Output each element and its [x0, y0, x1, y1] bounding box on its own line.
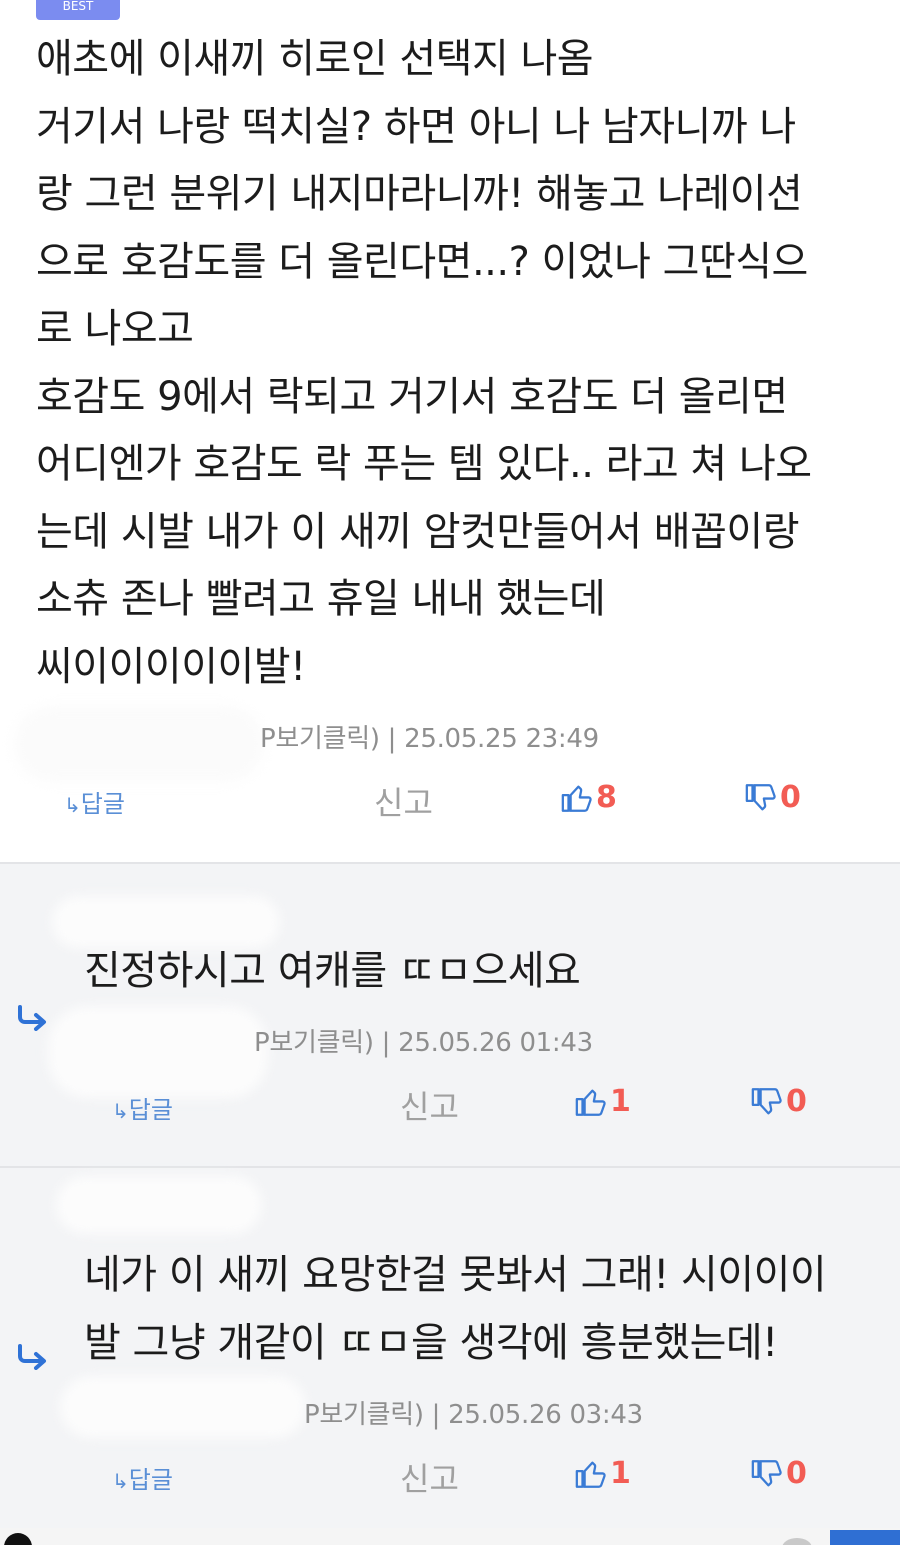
upvote-button[interactable]: 1: [574, 1456, 631, 1491]
downvote-button[interactable]: 0: [750, 1456, 807, 1491]
thumbs-up-icon: [575, 1461, 606, 1488]
upvote-button[interactable]: 1: [574, 1084, 631, 1119]
reply-button[interactable]: ↳답글: [64, 784, 125, 819]
upvote-button[interactable]: 8: [560, 780, 617, 815]
thumbs-up-icon: [575, 1089, 606, 1116]
report-button[interactable]: 신고: [400, 1454, 459, 1500]
reply-label: 답글: [128, 1096, 173, 1124]
comment-line: 진정하시고 여캐를 ㄸㅁ으세요: [84, 948, 581, 994]
downvote-count: 0: [786, 1084, 807, 1119]
comment-line: 는데 시발 내가 이 새끼 암컷만들어서 배꼽이랑: [36, 508, 800, 555]
comment-line: 랑 그런 분위기 내지마라니까! 해놓고 나레이션: [36, 171, 803, 217]
reply-arrow-icon: ↳: [112, 1099, 129, 1123]
nested-reply-arrow-icon: [18, 1005, 46, 1031]
downvote-count: 0: [780, 780, 801, 815]
reply-arrow-icon: ↳: [112, 1469, 129, 1493]
thumbs-down-icon: [745, 783, 776, 810]
redacted-username: [56, 1176, 262, 1234]
comment-line: 호감도 9에서 락되고 거기서 호감도 더 올리면: [36, 373, 788, 420]
comment-line: 어디엔가 호감도 락 푸는 템 있다.. 라고 쳐 나오: [36, 441, 812, 487]
nested-reply-arrow-icon: [18, 1344, 46, 1370]
best-badge: BEST: [36, 0, 120, 20]
comment-meta: P보기클릭) | 25.05.26 03:43: [304, 1400, 643, 1430]
redacted-username: [14, 706, 264, 782]
thumbs-down-icon: [751, 1087, 782, 1114]
redacted-avatar: [48, 1006, 268, 1098]
reply-arrow-icon: ↳: [64, 793, 81, 817]
comment-body: 네가 이 새끼 요망한걸 못봐서 그래! 시이이이 발 그냥 개같이 ㄸㅁ을 생…: [84, 1242, 884, 1377]
thumbs-down-icon: [751, 1459, 782, 1486]
downvote-button[interactable]: 0: [750, 1084, 807, 1119]
comment-line: 거기서 나랑 떡치실? 하면 아니 나 남자니까 나: [36, 103, 796, 150]
comment-line: 발 그냥 개같이 ㄸㅁ을 생각에 흥분했는데!: [84, 1319, 778, 1366]
bottom-toolbar: [0, 1528, 900, 1545]
thumbs-up-icon: [561, 785, 592, 812]
comment-body: 애초에 이새끼 히로인 선택지 나옴 거기서 나랑 떡치실? 하면 아니 나 남…: [36, 26, 886, 701]
reply-button[interactable]: ↳답글: [112, 1460, 173, 1495]
comment-meta: P보기클릭) | 25.05.26 01:43: [254, 1028, 593, 1058]
comment-body: 진정하시고 여캐를 ㄸㅁ으세요: [84, 938, 884, 1006]
comment-meta: P보기클릭) | 25.05.25 23:49: [260, 724, 599, 754]
write-button[interactable]: [830, 1530, 900, 1545]
downvote-count: 0: [786, 1456, 807, 1491]
redacted-avatar: [60, 1376, 306, 1438]
comment-line: 씨이이이이이발!: [36, 643, 306, 690]
reply-label: 답글: [128, 1466, 173, 1494]
comment-line: 네가 이 새끼 요망한걸 못봐서 그래! 시이이이: [84, 1252, 827, 1298]
upvote-count: 8: [596, 780, 617, 815]
comment-line: 애초에 이새끼 히로인 선택지 나옴: [36, 36, 594, 82]
upvote-count: 1: [610, 1084, 631, 1119]
reply-button[interactable]: ↳답글: [112, 1090, 173, 1125]
comment-line: 으로 호감도를 더 올린다면...? 이었나 그딴식으: [36, 238, 808, 285]
upvote-count: 1: [610, 1456, 631, 1491]
reply-label: 답글: [80, 790, 125, 818]
downvote-button[interactable]: 0: [744, 780, 801, 815]
comment-line: 로 나오고: [36, 306, 194, 352]
report-button[interactable]: 신고: [374, 778, 433, 824]
report-button[interactable]: 신고: [400, 1082, 459, 1128]
comment-line: 소츄 존나 빨려고 휴일 내내 했는데: [36, 576, 606, 622]
